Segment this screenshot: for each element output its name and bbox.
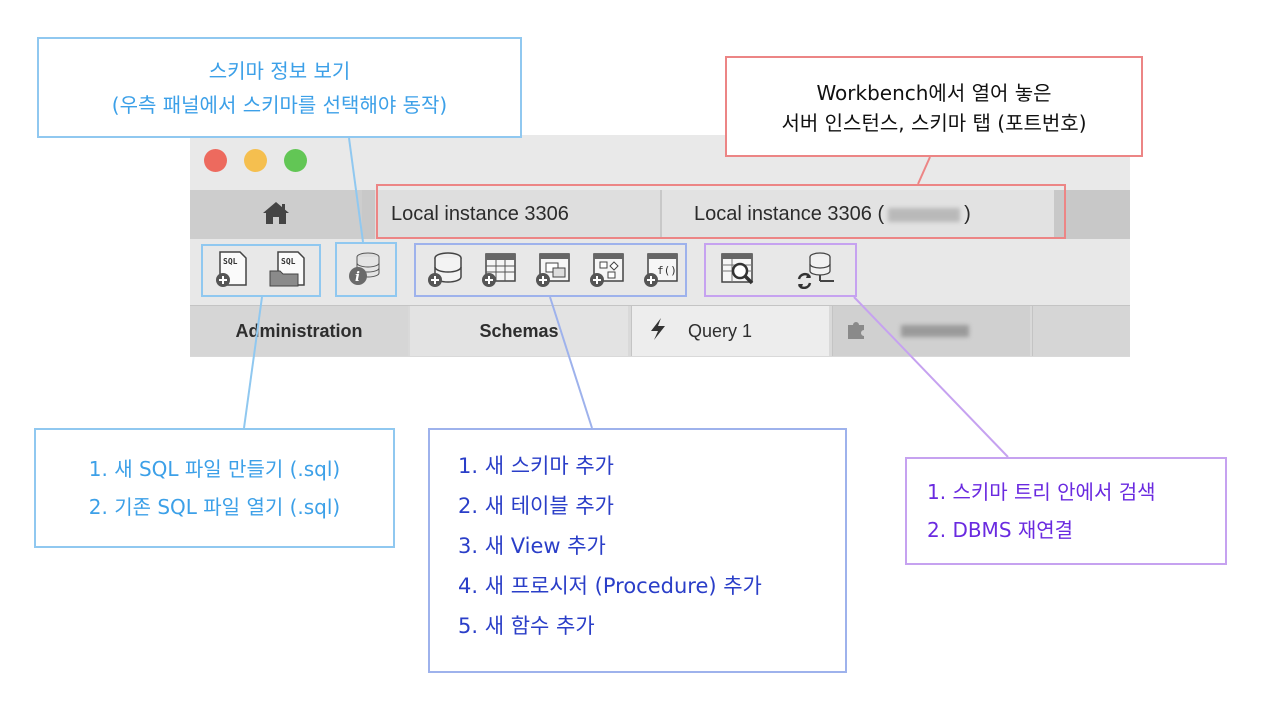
note-line: 1. 스키마 트리 안에서 검색 [927,480,1156,504]
tab-label: Query 1 [688,320,753,341]
tabs-note: Workbench에서 열어 놓은 서버 인스턴스, 스키마 탭 (포트번호) [725,56,1143,157]
schema-info-note: 스키마 정보 보기 (우측 패널에서 스키마를 선택해야 동작) [37,37,522,138]
tab-empty [1032,306,1130,356]
tab-label: Schemas [479,320,559,341]
create-objects-note: 1. 새 스키마 추가 2. 새 테이블 추가 3. 새 View 추가 4. … [428,428,847,673]
create-object-tools-highlight-box [414,243,687,297]
note-line: 2. DBMS 재연결 [927,518,1074,542]
sql-files-note: 1. 새 SQL 파일 만들기 (.sql) 2. 기존 SQL 파일 열기 (… [34,428,395,548]
note-line: 2. 기존 SQL 파일 열기 (.sql) [88,495,341,519]
tab-plugin[interactable] [832,306,1030,356]
note-line: 서버 인스턴스, 스키마 탭 (포트번호) [781,111,1087,135]
puzzle-icon [845,318,867,345]
note-line: 2. 새 테이블 추가 [458,494,614,518]
home-tab[interactable] [190,190,362,239]
tools-note: 1. 스키마 트리 안에서 검색 2. DBMS 재연결 [905,457,1227,565]
tab-query-1[interactable]: Query 1 [631,306,829,356]
note-line: 1. 새 스키마 추가 [458,454,614,478]
note-line: Workbench에서 열어 놓은 [816,81,1052,105]
zoom-window-button[interactable] [284,149,307,172]
note-line: 3. 새 View 추가 [458,534,606,558]
minimize-window-button[interactable] [244,149,267,172]
schema-info-highlight-box [335,242,397,297]
lightning-icon [648,317,668,346]
tabs-highlight-box [376,184,1066,239]
home-icon [261,200,291,230]
note-line: 5. 새 함수 추가 [458,614,595,638]
sql-file-tools-highlight-box [201,244,321,297]
search-reconnect-highlight-box [704,243,857,297]
tab-label: Administration [235,320,363,341]
close-window-button[interactable] [204,149,227,172]
redacted-text [901,325,969,337]
tab-schemas[interactable]: Schemas [410,306,628,356]
note-line: 1. 새 SQL 파일 만들기 (.sql) [88,457,341,481]
note-line: 4. 새 프로시저 (Procedure) 추가 [458,574,762,598]
note-line: (우측 패널에서 스키마를 선택해야 동작) [111,93,448,117]
tab-administration[interactable]: Administration [190,306,408,356]
note-line: 스키마 정보 보기 [208,59,351,83]
